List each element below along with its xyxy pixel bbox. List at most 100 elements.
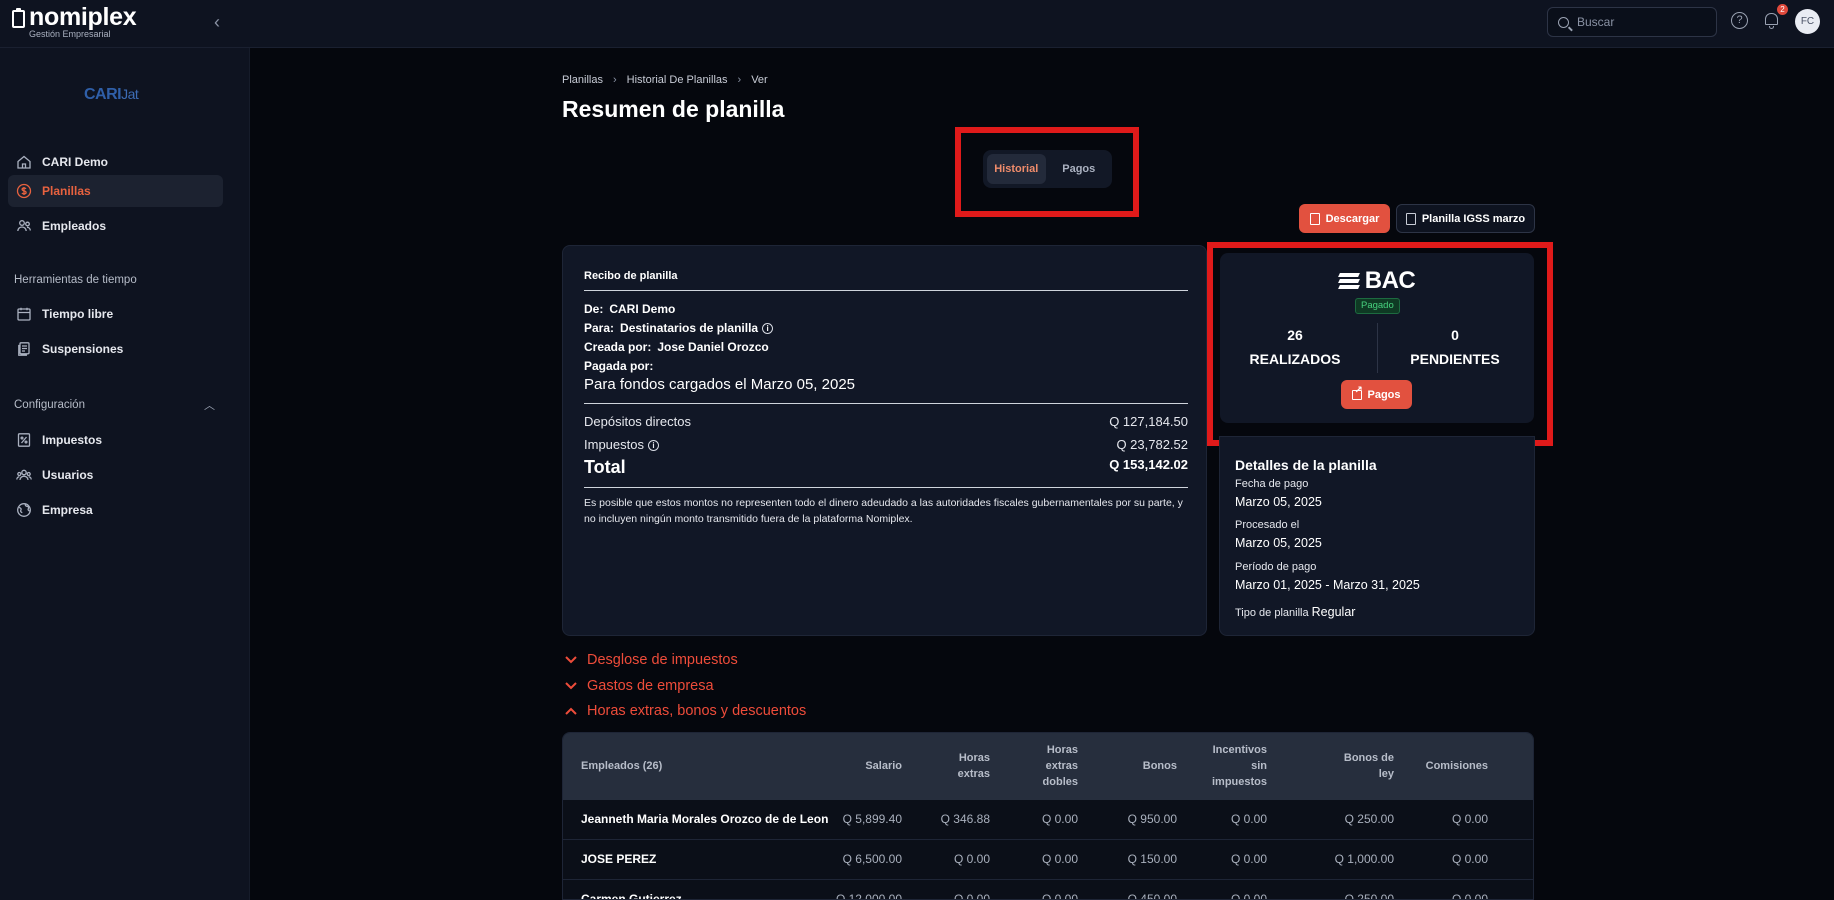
sidebar-item-tiempo-libre[interactable]: Tiempo libre <box>8 298 223 330</box>
top-bar: nomiplex Gestión Empresarial ‹ ? 2 FC <box>0 0 1834 48</box>
col-bonos-ley[interactable]: Bonos de ley <box>1344 750 1394 782</box>
cell-comisiones: Q 0.00 <box>1451 852 1488 866</box>
brand-logo: nomiplex <box>12 3 137 32</box>
table-header: Empleados (26) Salario Horas extras Horas… <box>563 733 1534 800</box>
tipo-planilla-value: Regular <box>1311 605 1356 619</box>
home-icon <box>16 154 32 170</box>
tipo-planilla: Tipo de planilla Regular <box>1235 605 1356 619</box>
receipt-to: Para: Destinatarios de planilla i <box>584 321 774 335</box>
accordion-label: Gastos de empresa <box>587 678 714 694</box>
col-bonos[interactable]: Bonos <box>1143 758 1177 774</box>
divider <box>584 403 1188 404</box>
sidebar-item-usuarios[interactable]: Usuarios <box>8 459 223 491</box>
accordion-gastos-empresa[interactable]: Gastos de empresa <box>565 678 714 694</box>
sidebar-item-empleados[interactable]: Empleados <box>8 210 223 242</box>
files-icon <box>16 341 32 357</box>
igss-label: Planilla IGSS marzo <box>1421 212 1526 225</box>
group-icon <box>16 467 32 483</box>
col-horas-extras-dobles[interactable]: Horas extras dobles <box>1043 742 1078 790</box>
cell-comisiones: Q 0.00 <box>1451 892 1488 900</box>
cell-bonos-ley: Q 250.00 <box>1344 892 1394 900</box>
accordion-horas-extras[interactable]: Horas extras, bonos y descuentos <box>565 703 806 719</box>
fecha-pago-value: Marzo 05, 2025 <box>1235 495 1322 509</box>
cell-bonos: Q 450.00 <box>1127 892 1177 900</box>
col-horas-extras[interactable]: Horas extras <box>958 750 990 782</box>
cell-incentivos: Q 0.00 <box>1230 892 1267 900</box>
col-cut-off: i <box>1533 766 1534 782</box>
cell-salario: Q 6,500.00 <box>842 852 902 866</box>
cell-horas-extras: Q 0.00 <box>953 892 990 900</box>
divider <box>584 487 1188 488</box>
receipt-card: Recibo de planilla De: CARI Demo Para: Des… <box>562 245 1207 636</box>
table-row[interactable]: Carmen Gutierrez Q 12,000.00 Q 0.00 Q 0.… <box>563 880 1533 900</box>
cell-dobles: Q 0.00 <box>1041 812 1078 826</box>
cell-dobles: Q 0.00 <box>1041 852 1078 866</box>
search-icon <box>1558 16 1569 28</box>
cell-bonos: Q 950.00 <box>1127 812 1177 826</box>
breadcrumb-planillas[interactable]: Planillas <box>562 74 603 86</box>
search-box[interactable] <box>1547 7 1717 37</box>
sidebar-item-label: Impuestos <box>42 433 103 447</box>
col-empleados[interactable]: Empleados (26) <box>581 758 662 774</box>
calendar-icon <box>16 306 32 322</box>
receipt-title: Recibo de planilla <box>584 270 678 282</box>
percent-icon <box>16 432 32 448</box>
sidebar-item-suspensiones[interactable]: Suspensiones <box>8 333 223 365</box>
tab-pagos[interactable]: Pagos <box>1050 154 1109 184</box>
sidebar-item-cari-demo[interactable]: CARI Demo <box>8 146 223 178</box>
receipt-from: De: CARI Demo <box>584 302 676 316</box>
igss-button[interactable]: Planilla IGSS marzo <box>1396 204 1535 233</box>
cell-horas-extras: Q 0.00 <box>953 852 990 866</box>
cell-name: Jeanneth Maria Morales Orozco de de Leon <box>581 812 829 826</box>
sidebar-item-label: Empleados <box>42 219 107 233</box>
breadcrumb: Planillas › Historial De Planillas › Ver <box>562 74 768 86</box>
globe-icon <box>16 502 32 518</box>
users-icon <box>16 218 32 234</box>
search-input[interactable] <box>1577 15 1697 29</box>
document-icon <box>1405 212 1416 225</box>
cell-dobles: Q 0.00 <box>1041 892 1078 900</box>
section-title-config: Configuración <box>14 399 85 411</box>
col-comisiones[interactable]: Comisiones <box>1426 758 1488 774</box>
sidebar-item-label: Suspensiones <box>42 342 124 356</box>
accordion-label: Desglose de impuestos <box>587 652 738 668</box>
help-icon[interactable]: ? <box>1731 12 1748 29</box>
brand[interactable]: nomiplex Gestión Empresarial <box>12 3 137 39</box>
section-title-time: Herramientas de tiempo <box>14 274 137 286</box>
sidebar-item-label: CARI Demo <box>42 155 109 169</box>
chevron-down-icon <box>565 680 577 692</box>
fecha-pago-label: Fecha de pago <box>1235 478 1309 490</box>
download-label: Descargar <box>1325 212 1380 225</box>
receipt-created-by: Creada por: Jose Daniel Orozco <box>584 340 769 354</box>
breadcrumb-historial[interactable]: Historial De Planillas <box>627 74 728 86</box>
accordion-desglose-impuestos[interactable]: Desglose de impuestos <box>565 652 738 668</box>
download-button[interactable]: Descargar <box>1299 204 1390 233</box>
sidebar-item-empresa[interactable]: Empresa <box>8 494 223 526</box>
cell-name: JOSE PEREZ <box>581 852 657 866</box>
collapse-sidebar-chevron-left-icon[interactable]: ‹ <box>214 12 220 33</box>
highlight-box-bank <box>1207 242 1553 446</box>
cell-bonos-ley: Q 250.00 <box>1344 812 1394 826</box>
sidebar-item-label: Empresa <box>42 503 93 517</box>
sidebar-item-label: Planillas <box>42 184 91 198</box>
cell-incentivos: Q 0.00 <box>1230 812 1267 826</box>
receipt-funds-line: Para fondos cargados el Marzo 05, 2025 <box>584 376 856 393</box>
clipboard-icon <box>12 7 25 28</box>
brand-name: nomiplex <box>29 3 137 31</box>
sidebar-item-planillas[interactable]: Planillas <box>8 175 223 207</box>
table-row[interactable]: Jeanneth Maria Morales Orozco de de Leon… <box>563 800 1533 840</box>
company-logo: CARIJat <box>84 86 139 103</box>
payroll-details-card: Detalles de la planilla Fecha de pago Ma… <box>1219 436 1535 636</box>
col-incentivos[interactable]: Incentivos sin impuestos <box>1212 742 1267 790</box>
amount-depositos: Depósitos directos Q 127,184.50 <box>584 414 1188 429</box>
col-salario[interactable]: Salario <box>865 758 902 774</box>
table-row[interactable]: JOSE PEREZ Q 6,500.00 Q 0.00 Q 0.00 Q 15… <box>563 840 1533 880</box>
periodo-value: Marzo 01, 2025 - Marzo 31, 2025 <box>1235 578 1420 592</box>
tab-historial[interactable]: Historial <box>987 154 1046 184</box>
info-icon[interactable]: i <box>762 323 774 334</box>
info-icon[interactable]: i <box>647 440 659 451</box>
chevron-up-icon[interactable]: ︿ <box>204 397 215 413</box>
divider <box>584 290 1188 291</box>
sidebar-item-impuestos[interactable]: Impuestos <box>8 424 223 456</box>
avatar[interactable]: FC <box>1795 9 1820 34</box>
